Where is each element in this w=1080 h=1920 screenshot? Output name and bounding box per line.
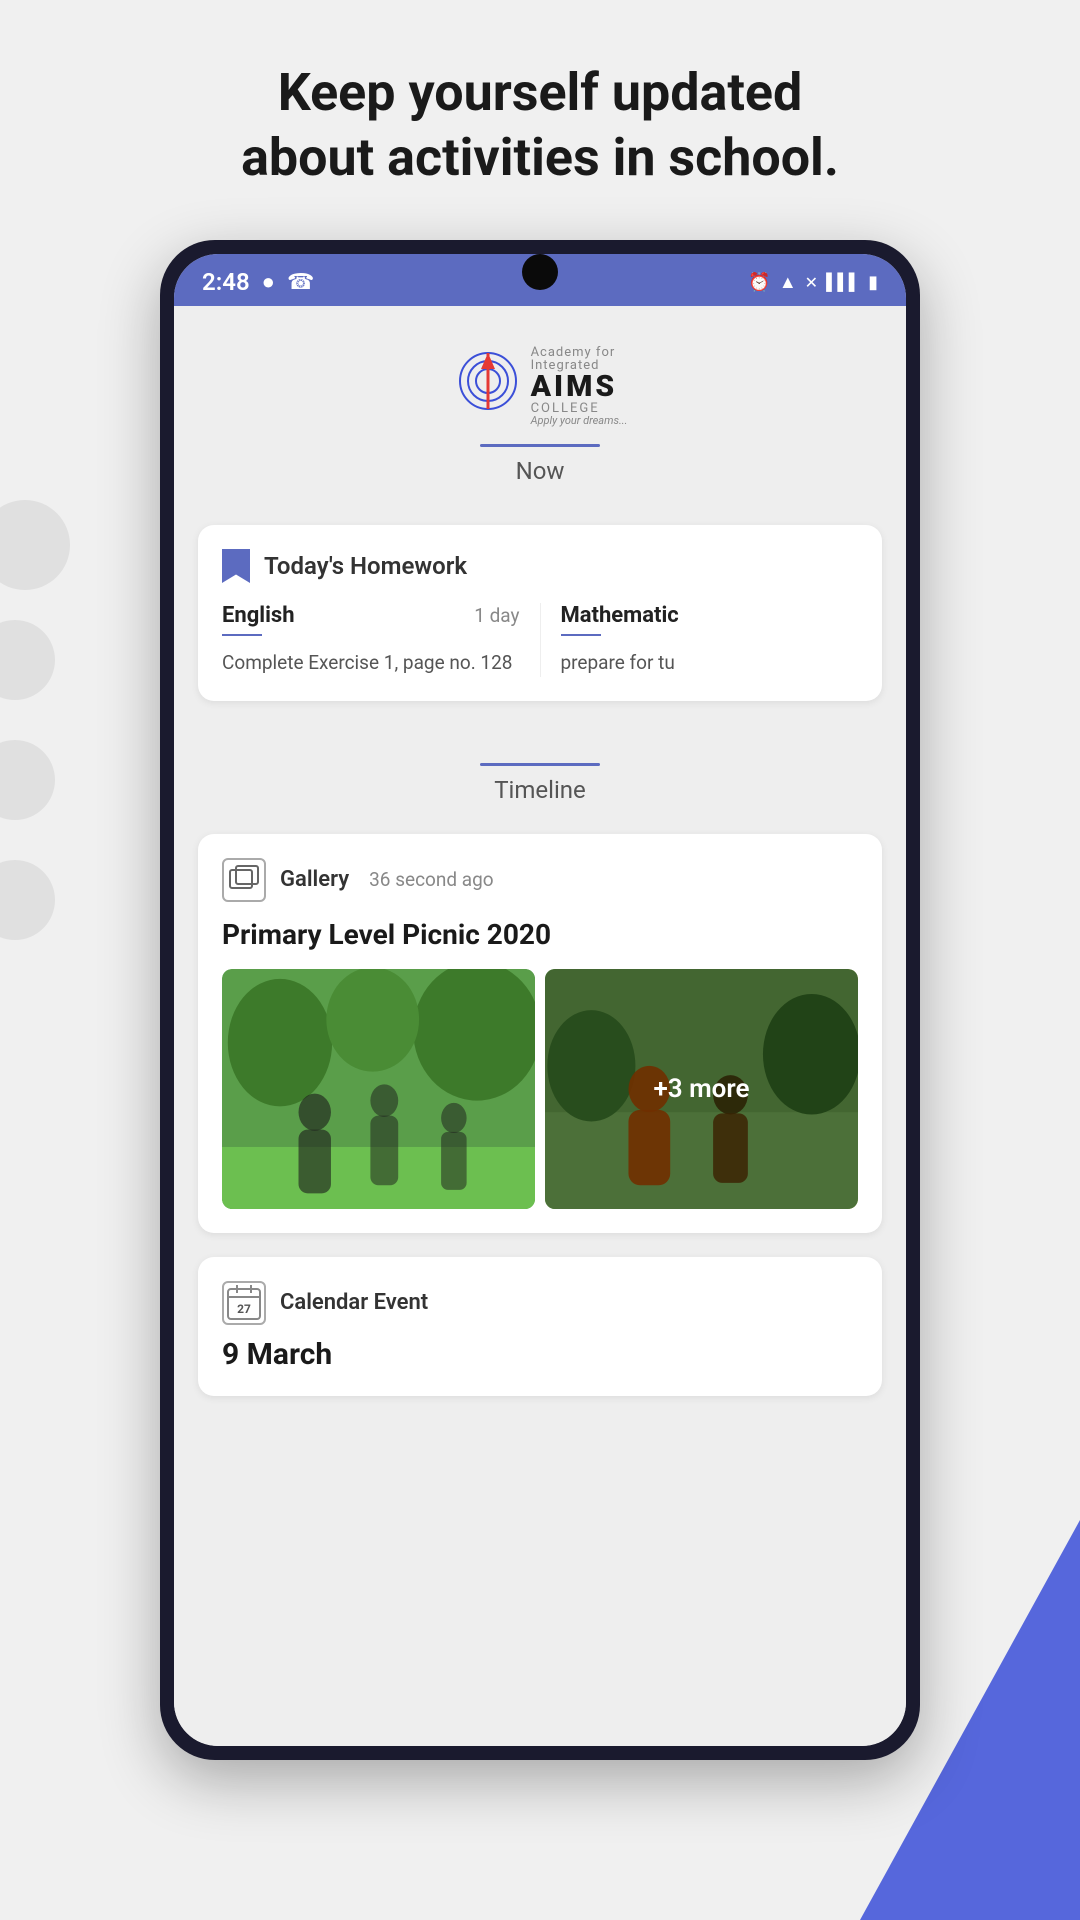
- signal-x-icon: ✕: [805, 273, 818, 292]
- homework-card-title: Today's Homework: [264, 552, 467, 580]
- phone-screen: 2:48 ● ☎ ⏰ ▲ ✕ ▌▌▌ ▮: [174, 254, 906, 1746]
- subject-english[interactable]: English 1 day Complete Exercise 1, page …: [222, 603, 541, 677]
- wifi-icon: ▲: [779, 272, 797, 293]
- status-right: ⏰ ▲ ✕ ▌▌▌ ▮: [748, 272, 878, 293]
- notification-dot-icon: ●: [262, 269, 275, 295]
- signal-bars-icon: ▌▌▌: [826, 272, 860, 292]
- aims-logo-icon: [453, 351, 523, 421]
- subject-math-desc: prepare for tu: [561, 650, 859, 677]
- status-time: 2:48: [202, 268, 250, 296]
- subject-math-underline: [561, 634, 601, 636]
- subject-english-days: 1 day: [474, 604, 519, 627]
- aims-text: AIMS: [531, 372, 618, 402]
- more-photos-overlay[interactable]: +3 more: [545, 969, 858, 1209]
- bg-decoration-circle-2: [0, 620, 55, 700]
- timeline-gallery-card: Gallery 36 second ago Primary Level Picn…: [198, 834, 882, 1233]
- timeline-tab-section: Timeline: [174, 725, 906, 834]
- timeline-gallery-header: Gallery 36 second ago: [222, 858, 858, 902]
- now-tab-label[interactable]: Now: [516, 457, 565, 485]
- bg-decoration-circle-3: [0, 740, 55, 820]
- homework-subjects-list: English 1 day Complete Exercise 1, page …: [222, 603, 858, 677]
- subject-math-name: Mathematic: [561, 603, 679, 628]
- photo-2[interactable]: +3 more: [545, 969, 858, 1209]
- alarm-icon: ⏰: [748, 272, 770, 293]
- calendar-icon: 27: [222, 1281, 266, 1325]
- gallery-type-label: Gallery: [280, 867, 349, 892]
- homework-card-header: Today's Homework: [222, 549, 858, 583]
- timeline-tab-underline: [480, 763, 600, 766]
- gallery-icon: [222, 858, 266, 902]
- logo-box: Academy for Integrated AIMS COLLEGE Appl…: [453, 346, 628, 426]
- homework-bookmark-icon: [222, 549, 250, 583]
- subject-math-header: Mathematic: [561, 603, 859, 628]
- subject-math[interactable]: Mathematic prepare for tu: [541, 603, 859, 677]
- camera-notch: [522, 254, 558, 290]
- gallery-time-ago: 36 second ago: [369, 868, 494, 891]
- calendar-event-type: Calendar Event: [280, 1290, 428, 1315]
- homework-card: Today's Homework English 1 day Complete …: [198, 525, 882, 701]
- page-header: Keep yourself updated about activities i…: [0, 0, 1080, 240]
- viber-icon: ☎: [287, 270, 314, 295]
- status-left: 2:48 ● ☎: [202, 268, 314, 296]
- subject-english-header: English 1 day: [222, 603, 520, 628]
- timeline-meta: Gallery 36 second ago: [280, 867, 494, 892]
- phone-frame: 2:48 ● ☎ ⏰ ▲ ✕ ▌▌▌ ▮: [160, 240, 920, 1760]
- calendar-event-card: 27 Calendar Event 9 March: [198, 1257, 882, 1396]
- timeline-tab-label[interactable]: Timeline: [494, 776, 586, 804]
- bg-decoration-circle-4: [0, 860, 55, 940]
- battery-icon: ▮: [868, 272, 878, 293]
- more-photos-count: +3 more: [653, 1074, 749, 1104]
- tagline-text: Apply your dreams...: [531, 415, 628, 426]
- bg-decoration-circle-1: [0, 500, 70, 590]
- svg-text:27: 27: [237, 1302, 251, 1316]
- photo-1[interactable]: [222, 969, 535, 1209]
- calendar-event-date: 9 March: [222, 1337, 858, 1372]
- now-tab-underline: [480, 444, 600, 447]
- gallery-event-title: Primary Level Picnic 2020: [222, 918, 858, 951]
- calendar-event-header: 27 Calendar Event: [222, 1281, 858, 1325]
- logo-text-block: Academy for Integrated AIMS COLLEGE Appl…: [531, 346, 628, 426]
- app-content: Academy for Integrated AIMS COLLEGE Appl…: [174, 306, 906, 1746]
- logo-area: Academy for Integrated AIMS COLLEGE Appl…: [174, 306, 906, 525]
- subject-english-desc: Complete Exercise 1, page no. 128: [222, 650, 520, 677]
- subject-english-name: English: [222, 603, 295, 628]
- photos-grid: +3 more: [222, 969, 858, 1209]
- subject-english-underline: [222, 634, 262, 636]
